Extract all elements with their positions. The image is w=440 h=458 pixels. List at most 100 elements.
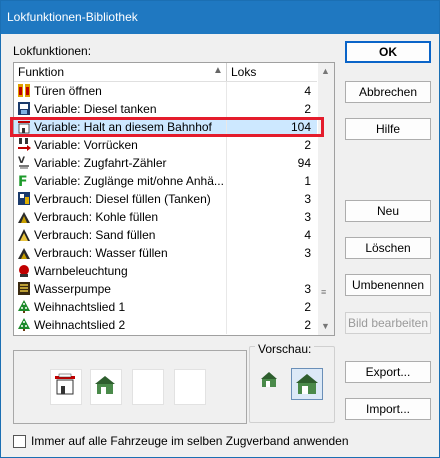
apply-all-label[interactable]: Immer auf alle Fahrzeuge im selben Zugve… [31, 434, 349, 448]
row-count: 3 [304, 192, 311, 206]
list-row[interactable]: Variable: Vorrücken 2 [14, 136, 317, 154]
list-header: Funktion ▲ Loks [14, 63, 317, 82]
depot-preview-large-icon [296, 374, 318, 394]
christmas-tree-icon [17, 317, 31, 332]
row-name: Warnbeleuchtung [34, 264, 128, 278]
icon-slot-1[interactable] [50, 369, 82, 405]
column-divider [226, 280, 227, 298]
new-button[interactable]: Neu [345, 200, 431, 222]
list-row[interactable]: Weihnachtslied 2 2 [14, 316, 317, 334]
water-pump-icon [17, 281, 31, 296]
column-divider [226, 298, 227, 316]
export-button[interactable]: Export... [345, 361, 431, 383]
rename-button[interactable]: Umbenennen [345, 274, 431, 296]
column-divider [226, 154, 227, 172]
row-count: 2 [304, 102, 311, 116]
preview-label: Vorschau: [255, 342, 315, 356]
column-header-function[interactable]: Funktion ▲ [14, 63, 227, 81]
row-count: 4 [304, 228, 311, 242]
list-label: Lokfunktionen: [13, 44, 92, 58]
advance-arrow-icon [17, 137, 31, 152]
water-fill-icon [17, 245, 31, 260]
column-divider [226, 262, 227, 280]
row-name: Verbrauch: Kohle füllen [34, 210, 159, 224]
christmas-tree-icon [17, 299, 31, 314]
icon-slot-3[interactable] [132, 369, 164, 405]
train-length-icon: F [17, 173, 31, 190]
list-row[interactable]: F Variable: Zuglänge mit/ohne Anhä... 1 [14, 172, 317, 190]
row-name: Weihnachtslied 2 [34, 318, 126, 332]
row-count: 3 [304, 210, 311, 224]
counter-icon: V [17, 155, 31, 170]
column-divider [226, 244, 227, 262]
column-divider [226, 172, 227, 190]
ok-button[interactable]: OK [345, 41, 431, 63]
row-name: Wasserpumpe [34, 282, 111, 296]
delete-button[interactable]: Löschen [345, 237, 431, 259]
row-name: Variable: Vorrücken [34, 138, 138, 152]
edit-image-button[interactable]: Bild bearbeiten [345, 312, 431, 334]
column-divider [226, 316, 227, 334]
row-count: 2 [304, 138, 311, 152]
column-header-locos[interactable]: Loks [227, 63, 317, 81]
cancel-button[interactable]: Abbrechen [345, 81, 431, 103]
scroll-down-icon[interactable]: ▼ [321, 321, 330, 331]
row-count: 1 [304, 174, 311, 188]
row-count: 2 [304, 318, 311, 332]
depot-icon [95, 376, 115, 394]
dialog-window: Lokfunktionen-Bibliothek Lokfunktionen: … [0, 0, 440, 458]
sand-fill-icon [17, 227, 31, 242]
warning-light-icon [17, 263, 31, 278]
scroll-grip-icon[interactable]: ≡ [321, 288, 331, 300]
window-title: Lokfunktionen-Bibliothek [7, 10, 138, 24]
sort-up-icon: ▲ [213, 65, 223, 76]
icon-slot-2[interactable] [90, 369, 122, 405]
title-bar: Lokfunktionen-Bibliothek [1, 1, 439, 34]
svg-text:V: V [18, 156, 25, 166]
preview-large-frame [291, 368, 323, 400]
row-count: 3 [304, 282, 311, 296]
list-row[interactable]: Verbrauch: Diesel füllen (Tanken) 3 [14, 190, 317, 208]
diesel-fill-icon [17, 191, 31, 206]
list-row[interactable]: Verbrauch: Kohle füllen 3 [14, 208, 317, 226]
list-row[interactable]: Weihnachtslied 1 2 [14, 298, 317, 316]
column-divider [226, 136, 227, 154]
row-name: Türen öffnen [34, 84, 102, 98]
list-row[interactable]: V Variable: Zugfahrt-Zähler 94 [14, 154, 317, 172]
icon-selection-panel [13, 350, 247, 424]
row-name: Verbrauch: Diesel füllen (Tanken) [34, 192, 211, 206]
row-count: 4 [304, 84, 311, 98]
row-count: 3 [304, 246, 311, 260]
row-name: Verbrauch: Sand füllen [34, 228, 156, 242]
scroll-up-icon[interactable]: ▲ [321, 66, 330, 76]
column-divider [226, 100, 227, 118]
list-row[interactable]: Warnbeleuchtung [14, 262, 317, 280]
column-divider [226, 226, 227, 244]
column-divider [226, 82, 227, 100]
svg-text:F: F [18, 174, 28, 188]
help-button[interactable]: Hilfe [345, 118, 431, 140]
list-row[interactable]: Verbrauch: Wasser füllen 3 [14, 244, 317, 262]
list-row[interactable]: Wasserpumpe 3 [14, 280, 317, 298]
icon-slot-4[interactable] [174, 369, 206, 405]
list-row[interactable]: Türen öffnen 4 [14, 82, 317, 100]
row-name: Verbrauch: Wasser füllen [34, 246, 168, 260]
doors-icon [17, 83, 31, 98]
selection-highlight-box [10, 117, 324, 137]
coal-fill-icon [17, 209, 31, 224]
column-divider [226, 208, 227, 226]
list-row[interactable]: Variable: Diesel tanken 2 [14, 100, 317, 118]
row-count: 94 [297, 156, 311, 170]
function-list[interactable]: Funktion ▲ Loks Türen öffnen 4 Variable: D… [13, 62, 335, 336]
vertical-scrollbar[interactable]: ▲ ≡ ▼ [318, 63, 334, 335]
import-button[interactable]: Import... [345, 398, 431, 420]
station-stop-icon [55, 373, 75, 395]
row-count: 2 [304, 300, 311, 314]
row-name: Weihnachtslied 1 [34, 300, 126, 314]
fuel-pump-icon [17, 101, 31, 116]
apply-all-checkbox[interactable] [13, 435, 26, 448]
row-name: Variable: Zuglänge mit/ohne Anhä... [34, 174, 224, 188]
row-name: Variable: Zugfahrt-Zähler [34, 156, 167, 170]
column-divider [226, 190, 227, 208]
list-row[interactable]: Verbrauch: Sand füllen 4 [14, 226, 317, 244]
